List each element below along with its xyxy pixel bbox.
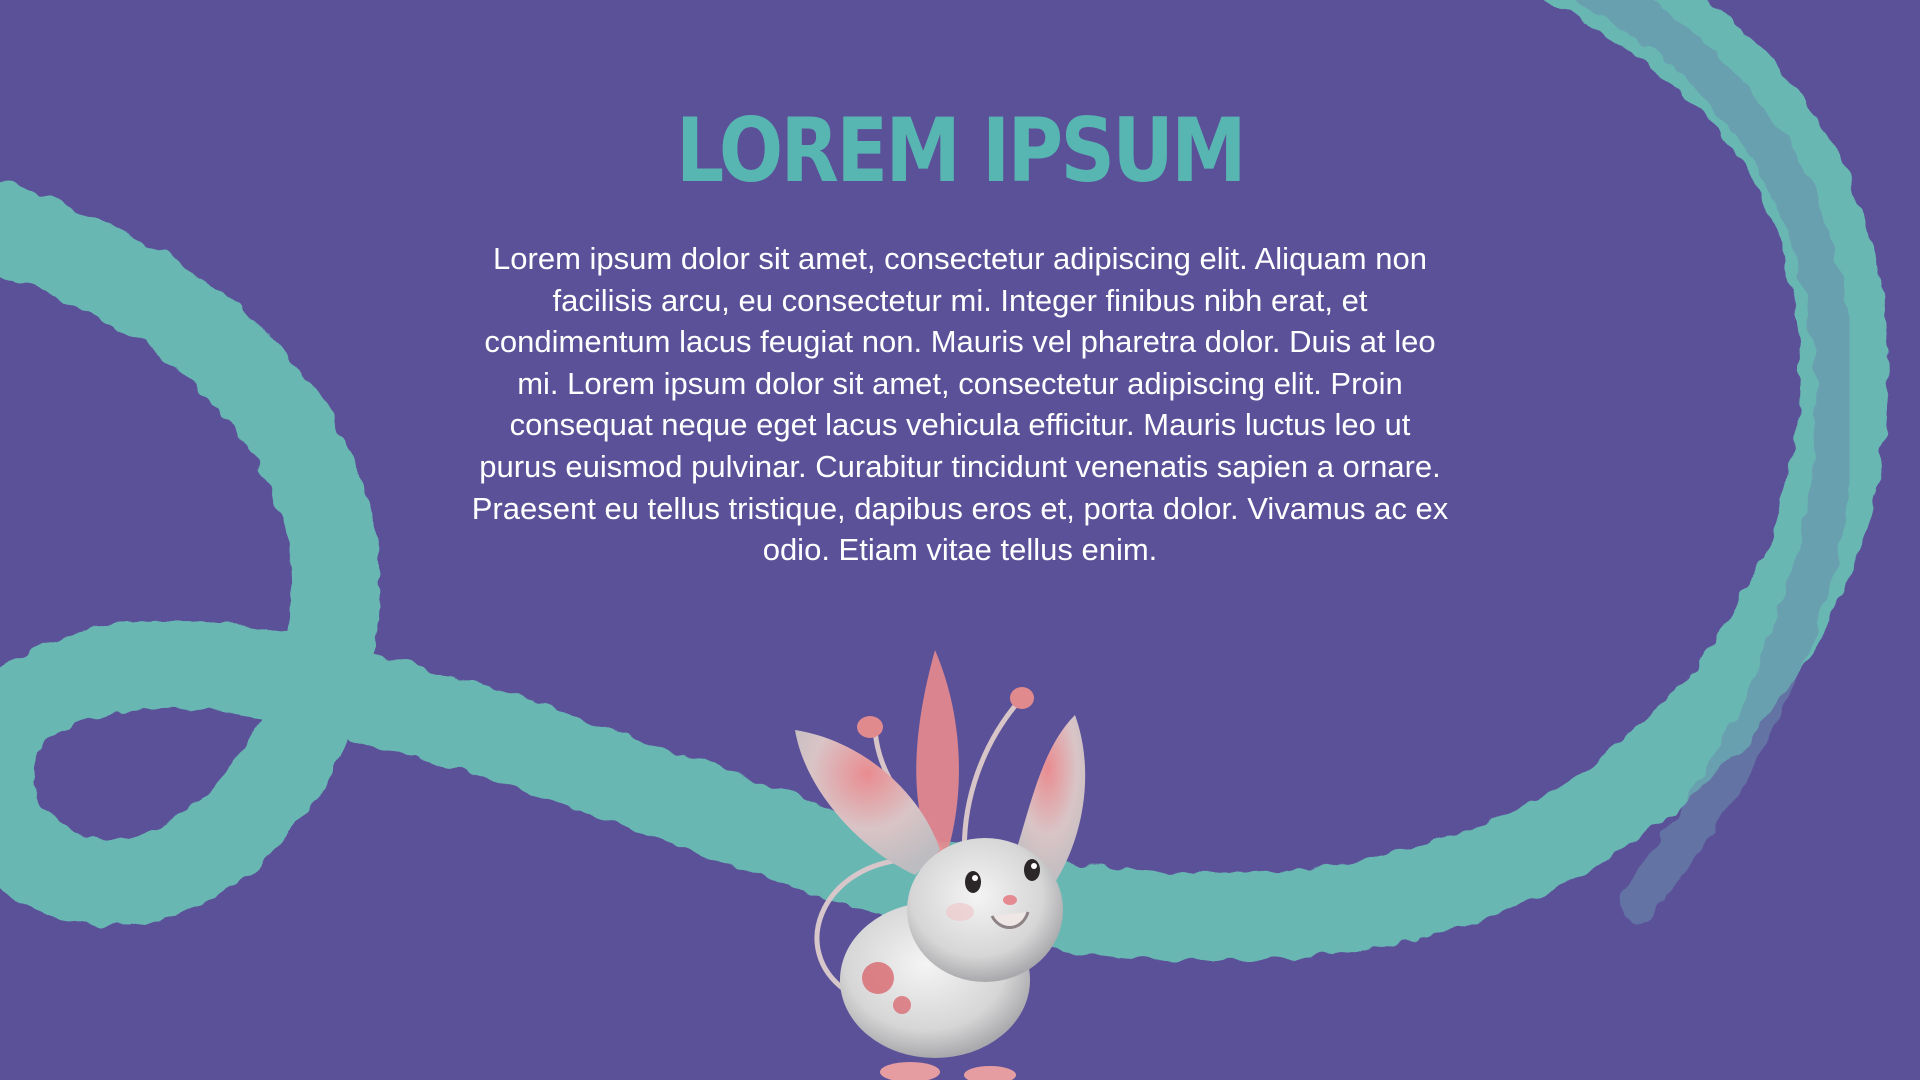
eye-shine-right bbox=[1031, 863, 1037, 869]
antenna-tip-right bbox=[1010, 687, 1034, 709]
creature-spot bbox=[862, 962, 894, 994]
creature-eye-right bbox=[1024, 859, 1040, 881]
slide-title: LOREM IPSUM bbox=[675, 99, 1247, 202]
creature-spot-small bbox=[893, 996, 911, 1014]
creature-eye-left bbox=[965, 871, 981, 893]
winged-mouse-creature bbox=[795, 650, 1086, 1080]
creature-foot-right bbox=[964, 1066, 1016, 1080]
creature-head bbox=[907, 838, 1063, 982]
creature-nose bbox=[1003, 895, 1017, 905]
eye-shine-left bbox=[972, 875, 978, 881]
creature-foot-left bbox=[880, 1062, 940, 1080]
creature-cheek bbox=[946, 903, 974, 921]
antenna-tip-left bbox=[857, 716, 883, 738]
slide-body-text: Lorem ipsum dolor sit amet, consectetur … bbox=[471, 241, 1449, 568]
